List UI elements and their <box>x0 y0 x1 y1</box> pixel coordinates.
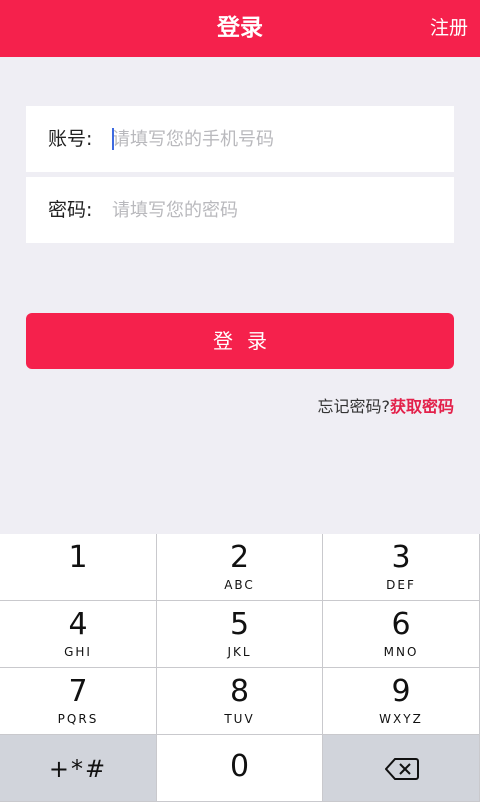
key-5[interactable]: 5 JKL <box>157 601 323 668</box>
key-symbols[interactable]: +*# <box>0 735 157 802</box>
key-1[interactable]: 1 <box>0 534 157 601</box>
key-letters: PQRS <box>57 712 99 726</box>
login-button[interactable]: 登录 <box>26 313 454 369</box>
forgot-password-text: 忘记密码? <box>317 397 390 416</box>
key-symbols-label: +*# <box>48 755 108 783</box>
account-field[interactable]: 账号: <box>26 106 454 172</box>
forgot-password-row: 忘记密码?获取密码 <box>317 392 454 422</box>
delete-key[interactable] <box>323 735 480 802</box>
key-9[interactable]: 9 WXYZ <box>323 668 480 735</box>
key-2[interactable]: 2 ABC <box>157 534 323 601</box>
account-label: 账号: <box>48 128 93 150</box>
get-password-link[interactable]: 获取密码 <box>390 397 454 416</box>
key-number: 9 <box>391 674 411 709</box>
backspace-icon <box>385 758 419 780</box>
key-letters: MNO <box>383 645 419 659</box>
key-number: 2 <box>229 540 250 575</box>
key-number: 5 <box>229 607 250 642</box>
key-letters: JKL <box>227 645 252 659</box>
key-3[interactable]: 3 DEF <box>323 534 480 601</box>
key-letters: GHI <box>64 645 92 659</box>
password-label: 密码: <box>48 199 93 221</box>
key-number: 3 <box>391 540 411 575</box>
key-number: 4 <box>68 607 88 642</box>
key-letters: TUV <box>224 712 255 726</box>
nav-bar: 登录 注册 <box>0 0 480 57</box>
key-letters: WXYZ <box>379 712 423 726</box>
register-button[interactable]: 注册 <box>430 0 468 57</box>
password-field[interactable]: 密码: <box>26 177 454 243</box>
key-number: 8 <box>229 674 250 709</box>
key-0[interactable]: 0 <box>157 735 323 802</box>
key-6[interactable]: 6 MNO <box>323 601 480 668</box>
account-input[interactable] <box>112 124 432 154</box>
password-input[interactable] <box>112 195 432 225</box>
text-cursor <box>112 128 114 150</box>
key-number: 1 <box>68 540 88 575</box>
key-letters: DEF <box>386 578 416 592</box>
key-number: 0 <box>229 749 250 784</box>
numeric-keypad: 1 2 ABC 3 DEF 4 GHI 5 JKL 6 MNO 7 PQRS 8 TUV 9 WXYZ +*# 0 <box>0 534 480 802</box>
key-number: 6 <box>391 607 411 642</box>
key-4[interactable]: 4 GHI <box>0 601 157 668</box>
key-number: 7 <box>68 674 88 709</box>
key-letters: ABC <box>224 578 255 592</box>
key-8[interactable]: 8 TUV <box>157 668 323 735</box>
key-7[interactable]: 7 PQRS <box>0 668 157 735</box>
page-title: 登录 <box>217 15 263 41</box>
